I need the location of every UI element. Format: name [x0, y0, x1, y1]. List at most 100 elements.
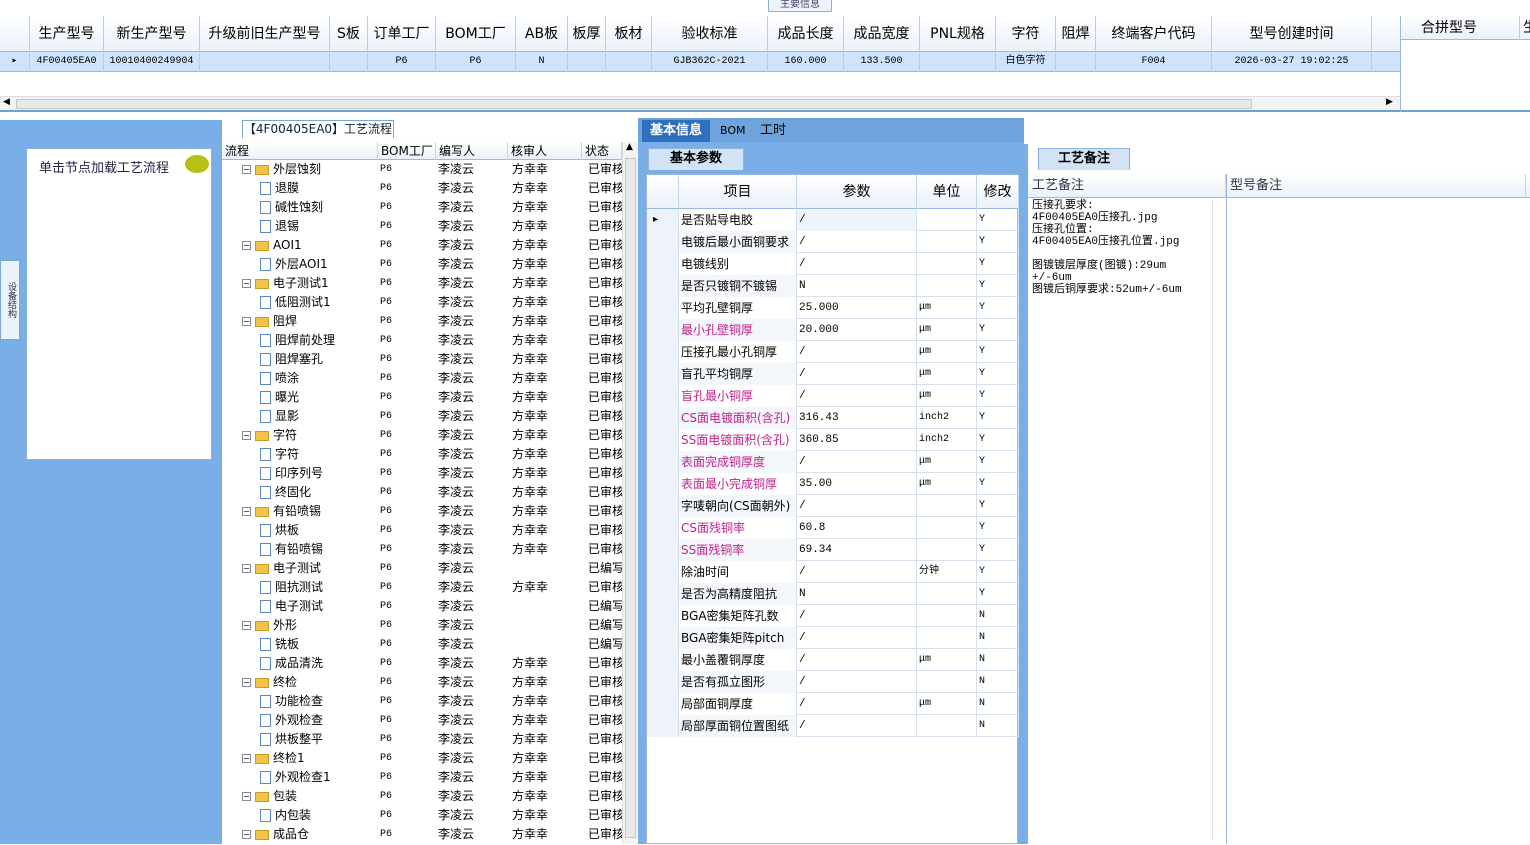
grid-cell[interactable]	[606, 52, 652, 72]
model-grid-row[interactable]: ▸ 4F00405EA0 10010400249904 P6 P6 N GJB362C-20…	[0, 52, 1400, 72]
param-row[interactable]: CS面电镀面积(含孔) 316.43 inch2 Y	[647, 407, 1019, 429]
grid-cell[interactable]: 133.500	[844, 52, 920, 72]
column-header[interactable]: BOM工厂	[436, 16, 516, 52]
param-row[interactable]: 局部面铜厚度 / μm N	[647, 693, 1019, 715]
column-header[interactable]: 阻焊	[1056, 16, 1096, 52]
param-row[interactable]: 压接孔最小孔铜厚 / μm Y	[647, 341, 1019, 363]
tree-node[interactable]: − 终检 P6 李凌云 方幸幸 已审核	[222, 673, 622, 692]
horizontal-scrollbar[interactable]: ◀ ▶	[0, 96, 1400, 110]
tree-node-label-cell[interactable]: − 电子测试1	[242, 274, 378, 293]
tree-node-label-cell[interactable]: 阻焊塞孔	[260, 350, 378, 369]
param-value[interactable]: 316.43	[797, 407, 917, 429]
tree-node-label-cell[interactable]: − 包装	[242, 787, 378, 806]
param-row[interactable]: 表面完成铜厚度 / μm Y	[647, 451, 1019, 473]
param-row[interactable]: BGA密集矩阵pitch / N	[647, 627, 1019, 649]
remark-scrollbar[interactable]	[1212, 200, 1224, 840]
grid-cell[interactable]: GJB362C-2021	[652, 52, 768, 72]
equipment-structure-tab[interactable]: 设备结构	[0, 260, 20, 340]
param-column-header[interactable]: 项目	[679, 175, 797, 209]
param-column-header[interactable]: 单位	[917, 175, 977, 209]
param-value[interactable]: 20.000	[797, 319, 917, 341]
param-value[interactable]: /	[797, 231, 917, 253]
tree-node-label-cell[interactable]: 印序列号	[260, 464, 378, 483]
tree-node-label-cell[interactable]: 内包装	[260, 806, 378, 825]
grid-cell[interactable]: 10010400249904	[104, 52, 200, 72]
tree-node[interactable]: 显影 P6 李凌云 方幸幸 已审核	[222, 407, 622, 426]
process-tree-body[interactable]: − 外层蚀刻 P6 李凌云 方幸幸 已审核 退膜 P6 李凌云 方幸幸 已审核 碱性蚀刻 P6 李凌云 方幸…	[222, 160, 622, 844]
collapse-icon[interactable]: −	[242, 564, 251, 573]
tree-node-label-cell[interactable]: 有铅喷锡	[260, 540, 378, 559]
tree-node-label-cell[interactable]: 烘板整平	[260, 730, 378, 749]
tree-node[interactable]: 有铅喷锡 P6 李凌云 方幸幸 已审核	[222, 540, 622, 559]
param-value[interactable]: 25.000	[797, 297, 917, 319]
collapse-icon[interactable]: −	[242, 165, 251, 174]
param-row[interactable]: 盲孔平均铜厚 / μm Y	[647, 363, 1019, 385]
param-value[interactable]: 60.8	[797, 517, 917, 539]
param-value[interactable]: /	[797, 363, 917, 385]
tree-node-label-cell[interactable]: − 外层蚀刻	[242, 160, 378, 179]
grid-cell[interactable]: 白色字符	[996, 52, 1056, 72]
tree-node[interactable]: 外层AOI1 P6 李凌云 方幸幸 已审核	[222, 255, 622, 274]
param-value[interactable]: /	[797, 693, 917, 715]
param-row[interactable]: CS面残铜率 60.8 Y	[647, 517, 1019, 539]
tab-basic-params[interactable]: 基本参数	[648, 148, 744, 170]
tree-column-header[interactable]: 编写人	[436, 142, 508, 160]
tree-node-label-cell[interactable]: 显影	[260, 407, 378, 426]
tree-node[interactable]: − 字符 P6 李凌云 方幸幸 已审核	[222, 426, 622, 445]
tab-work-hours[interactable]: 工时	[752, 120, 794, 142]
column-header[interactable]: PNL规格	[920, 16, 996, 52]
param-value[interactable]: 360.85	[797, 429, 917, 451]
tree-node[interactable]: − 外层蚀刻 P6 李凌云 方幸幸 已审核	[222, 160, 622, 179]
collapse-icon[interactable]: −	[242, 754, 251, 763]
tree-node-label-cell[interactable]: 碱性蚀刻	[260, 198, 378, 217]
grid-cell[interactable]: 2026-03-27 19:02:25	[1212, 52, 1372, 72]
param-row[interactable]: 是否只镀铜不镀锡 N Y	[647, 275, 1019, 297]
tree-node-label-cell[interactable]: 退膜	[260, 179, 378, 198]
param-row[interactable]: 是否为高精度阻抗 N Y	[647, 583, 1019, 605]
column-header[interactable]: 字符	[996, 16, 1056, 52]
tree-node[interactable]: 退膜 P6 李凌云 方幸幸 已审核	[222, 179, 622, 198]
column-header[interactable]: 成品长度	[768, 16, 844, 52]
param-value[interactable]: 69.34	[797, 539, 917, 561]
param-column-header[interactable]: 参数	[797, 175, 917, 209]
tree-column-header[interactable]: 状态	[582, 142, 622, 160]
column-header[interactable]: 生产型号	[30, 16, 104, 52]
tree-node-label-cell[interactable]: − 电子测试	[242, 559, 378, 578]
param-column-header[interactable]: 修改	[977, 175, 1019, 209]
collapse-icon[interactable]: −	[242, 279, 251, 288]
tree-node[interactable]: 喷涂 P6 李凌云 方幸幸 已审核	[222, 369, 622, 388]
tree-node[interactable]: 成品清洗 P6 李凌云 方幸幸 已审核	[222, 654, 622, 673]
param-value[interactable]: 35.00	[797, 473, 917, 495]
grid-cell[interactable]: 160.000	[768, 52, 844, 72]
param-row[interactable]: 局部厚面铜位置图纸 / N	[647, 715, 1019, 737]
tree-node-label-cell[interactable]: 外观检查1	[260, 768, 378, 787]
column-header[interactable]: 升级前旧生产型号	[200, 16, 330, 52]
param-value[interactable]: /	[797, 671, 917, 693]
tree-node[interactable]: 阻焊前处理 P6 李凌云 方幸幸 已审核	[222, 331, 622, 350]
tree-node-label-cell[interactable]: − 字符	[242, 426, 378, 445]
tree-node-label-cell[interactable]: − 成品仓	[242, 825, 378, 844]
grid-cell[interactable]	[920, 52, 996, 72]
tree-node-label-cell[interactable]: − 阻焊	[242, 312, 378, 331]
column-header[interactable]: 成品宽度	[844, 16, 920, 52]
param-value[interactable]: N	[797, 275, 917, 297]
tree-node[interactable]: − 电子测试 P6 李凌云 已编写	[222, 559, 622, 578]
grid-cell[interactable]	[568, 52, 606, 72]
param-value[interactable]: /	[797, 209, 917, 231]
collapse-icon[interactable]: −	[242, 621, 251, 630]
tree-node[interactable]: 烘板整平 P6 李凌云 方幸幸 已审核	[222, 730, 622, 749]
collapse-icon[interactable]: −	[242, 678, 251, 687]
tree-node-label-cell[interactable]: 曝光	[260, 388, 378, 407]
tree-node[interactable]: 外观检查1 P6 李凌云 方幸幸 已审核	[222, 768, 622, 787]
param-row[interactable]: 除油时间 / 分钟 Y	[647, 561, 1019, 583]
tree-node-label-cell[interactable]: 阻抗测试	[260, 578, 378, 597]
column-header[interactable]: 验收标准	[652, 16, 768, 52]
tree-node[interactable]: 字符 P6 李凌云 方幸幸 已审核	[222, 445, 622, 464]
column-header[interactable]: 订单工厂	[368, 16, 436, 52]
tab-process-remarks[interactable]: 工艺备注	[1038, 148, 1130, 170]
param-row[interactable]: SS面电镀面积(含孔) 360.85 inch2 Y	[647, 429, 1019, 451]
column-header[interactable]: 板厚	[568, 16, 606, 52]
tree-node[interactable]: 退锡 P6 李凌云 方幸幸 已审核	[222, 217, 622, 236]
tree-node[interactable]: 电子测试 P6 李凌云 已编写	[222, 597, 622, 616]
param-value[interactable]: /	[797, 649, 917, 671]
